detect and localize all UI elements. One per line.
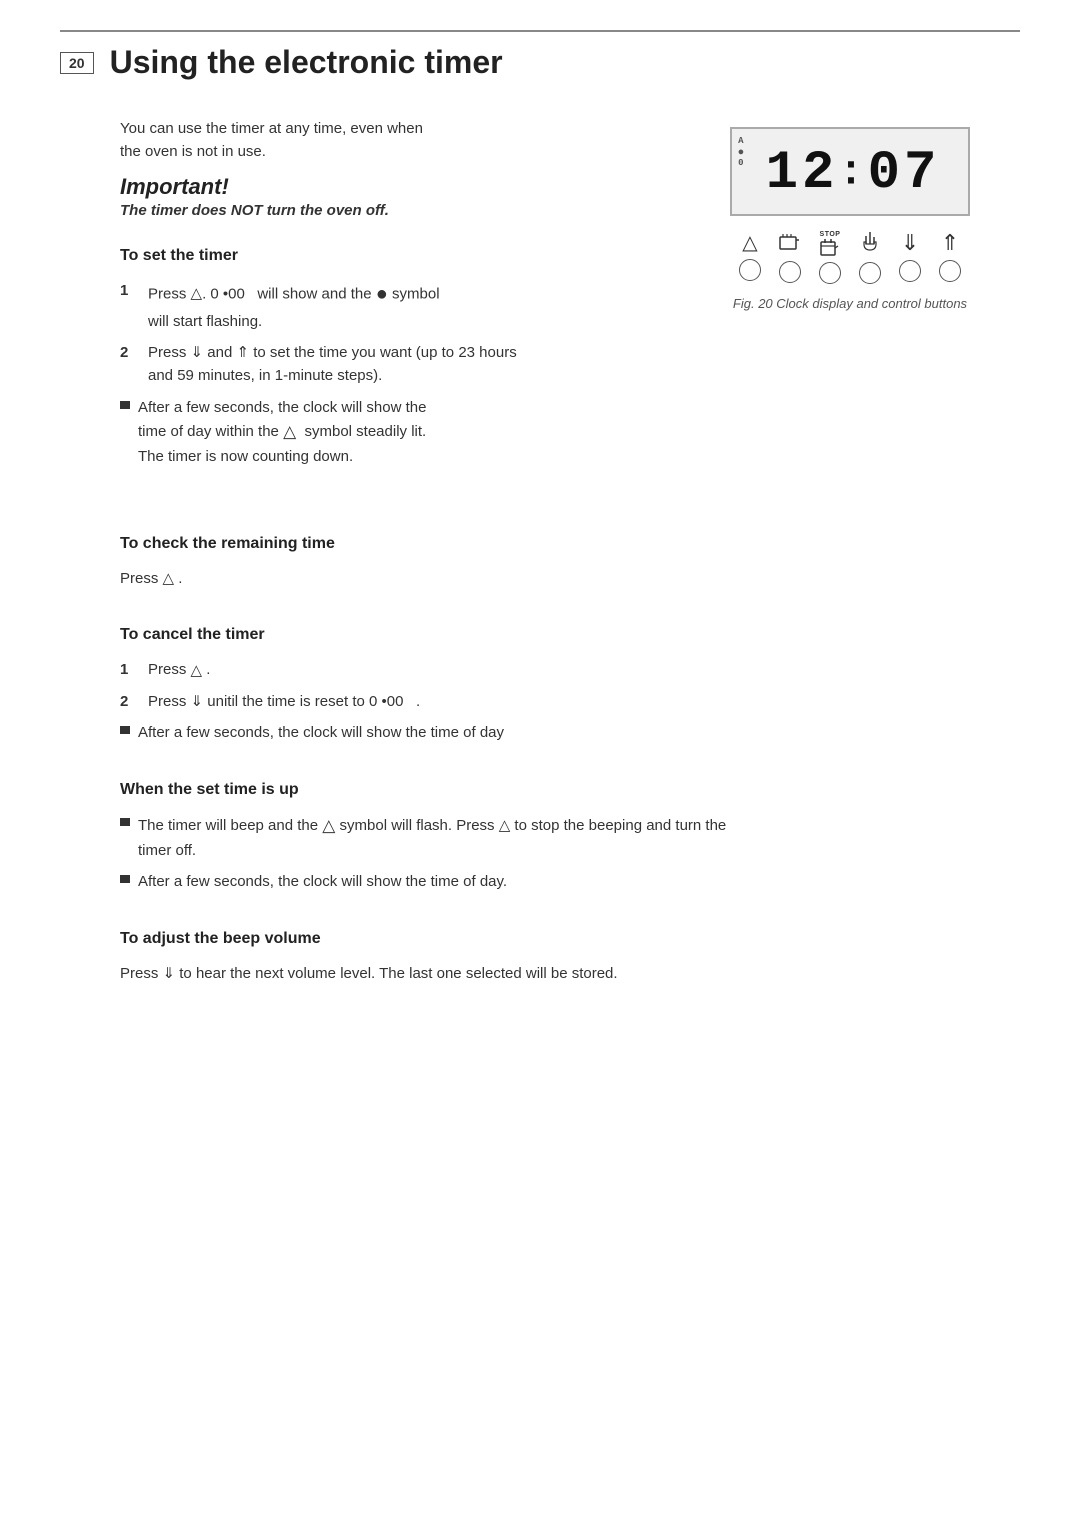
cancel-timer-numbered-list: 1 Press △ . 2 Press ⇓ unitil the time is… [120,658,1020,713]
section-title-set-timer: To set the timer [120,247,680,265]
alarm-indicator: A ● 0 [738,137,749,169]
stop-ctrl-circle [819,262,841,284]
when-up-bullet-2-text: After a few seconds, the clock will show… [138,870,507,893]
top-left-content: You can use the timer at any time, even … [60,117,680,505]
bell-icon-large-1: ● [376,279,388,310]
cancel-timer-bullet-list: After a few seconds, the clock will show… [120,721,1020,744]
bell-icon-cancel-1: △ [191,659,203,682]
section-set-timer: To set the timer 1 Press △. 0 •00 will s… [120,247,680,469]
down-icon-cancel: ⇓ [191,690,204,713]
cancel-bullet-sq [120,726,130,734]
cancel-bullet-1: After a few seconds, the clock will show… [120,721,1020,744]
section-title-check-remaining: To check the remaining time [120,535,1020,553]
cancel-step-1: 1 Press △ . [120,658,1020,682]
section-title-adjust-beep: To adjust the beep volume [120,930,1020,948]
check-remaining-para: Press △ . [120,567,1020,591]
when-time-up-bullet-list: The timer will beep and the △ symbol wil… [120,813,1020,894]
stop-label-text: STOP [820,231,841,238]
pot-ctrl-icon [779,231,801,255]
when-up-bullet-sq-2 [120,875,130,883]
down-ctrl-circle [899,260,921,282]
cancel-step-2: 2 Press ⇓ unitil the time is reset to 0 … [120,690,1020,714]
alarm-bottom-num: 0 [738,159,747,169]
bell-icon-flash: △ [322,813,335,839]
cancel-step-2-text: Press ⇓ unitil the time is reset to 0 •0… [148,690,420,714]
clock-display: A ● 0 12:07 [730,127,971,216]
ctrl-up-button: ⇑ [939,232,961,282]
ctrl-pot-button [779,231,801,283]
set-timer-step-2: 2 Press ⇓ and ⇑ to set the time you want… [120,341,680,388]
set-timer-bullet-1: After a few seconds, the clock will show… [120,396,680,469]
up-ctrl-circle [939,260,961,282]
ctrl-down-button: ⇓ [899,232,921,282]
when-up-bullet-sq-1 [120,818,130,826]
bell-icon-stop-beep: △ [499,814,511,837]
section-cancel-timer: To cancel the timer 1 Press △ . 2 Press … [120,626,1020,745]
set-timer-numbered-list: 1 Press △. 0 •00 will show and the ● sym… [120,279,680,388]
when-up-bullet-2: After a few seconds, the clock will show… [120,870,1020,893]
bullet-square-1 [120,401,130,409]
ctrl-stop-button: STOP [819,231,841,284]
bell-icon-small-1: △ [191,282,203,305]
pot-ctrl-circle [779,261,801,283]
step-2-text: Press ⇓ and ⇑ to set the time you want (… [148,341,517,388]
bell-icon-inline-1: △ [283,419,296,445]
page-title: Using the electronic timer [110,44,503,81]
step-number-1: 1 [120,279,138,302]
cancel-step-num-2: 2 [120,690,138,713]
page-header: 20 Using the electronic timer [60,30,1020,81]
section-check-remaining: To check the remaining time Press △ . [120,535,1020,591]
down-ctrl-icon: ⇓ [901,232,919,254]
when-up-bullet-1: The timer will beep and the △ symbol wil… [120,813,1020,863]
bell-icon-check: △ [163,567,175,590]
section-adjust-beep: To adjust the beep volume Press ⇓ to hea… [120,930,1020,986]
alarm-top-letter: A [738,137,747,147]
important-body: The timer does NOT turn the oven off. [120,202,680,219]
set-timer-step-1: 1 Press △. 0 •00 will show and the ● sym… [120,279,680,333]
adjust-beep-para: Press ⇓ to hear the next volume level. T… [120,962,1020,986]
set-timer-bullet-list: After a few seconds, the clock will show… [120,396,680,469]
important-title: Important! [120,174,680,200]
bell-ctrl-circle [739,259,761,281]
clock-time: 12:07 [766,143,941,204]
up-ctrl-icon: ⇑ [941,232,959,254]
cancel-step-num-1: 1 [120,658,138,681]
step-number-2: 2 [120,341,138,364]
down-icon-1: ⇓ [191,341,204,364]
hand-ctrl-circle [859,262,881,284]
page-number: 20 [60,52,94,74]
fig-caption: Fig. 20 Clock display and control button… [733,296,967,311]
stop-ctrl-icon: STOP [820,231,841,256]
top-section: You can use the timer at any time, even … [60,117,1020,505]
when-up-bullet-1-text: The timer will beep and the △ symbol wil… [138,813,726,863]
important-block: Important! The timer does NOT turn the o… [120,174,680,219]
clock-display-area: A ● 0 12:07 △ [680,127,1020,311]
cancel-bullet-1-text: After a few seconds, the clock will show… [138,721,504,744]
section-when-time-up: When the set time is up The timer will b… [120,781,1020,894]
bullet-1-text: After a few seconds, the clock will show… [138,396,426,469]
step-1-text: Press △. 0 •00 will show and the ● symbo… [148,279,440,333]
ctrl-bell-button: △ [739,233,761,281]
up-icon-1: ⇑ [236,341,249,364]
section-title-cancel-timer: To cancel the timer [120,626,1020,644]
ctrl-hand-button [859,230,881,284]
bell-ctrl-icon: △ [742,233,757,253]
control-buttons-row: △ STO [739,230,961,284]
section-title-when-time-up: When the set time is up [120,781,1020,799]
cancel-step-1-text: Press △ . [148,658,210,682]
down-icon-beep: ⇓ [163,962,176,985]
intro-text: You can use the timer at any time, even … [120,117,680,164]
hand-ctrl-icon [861,230,879,256]
